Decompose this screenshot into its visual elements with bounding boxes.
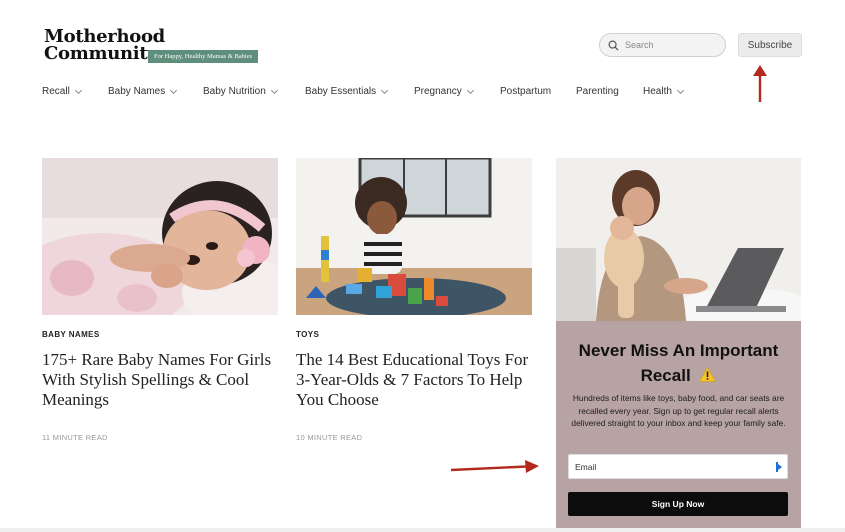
page-bottom-divider [0,528,845,532]
article-image-baby[interactable] [42,158,278,315]
subscribe-button[interactable]: Subscribe [738,33,802,57]
nav-item-recall[interactable]: Recall [42,86,82,97]
nav-item-label: Recall [42,86,70,97]
article-read-time: 11 MINUTE READ [42,433,108,442]
article-category[interactable]: TOYS [296,330,319,339]
nav-item-baby-nutrition[interactable]: Baby Nutrition [203,86,278,97]
search-icon [608,40,619,51]
site-logo[interactable]: Motherhood Community For Happy, Healthy … [44,28,276,66]
nav-item-parenting[interactable]: Parenting [576,86,619,97]
nav-item-label: Parenting [576,86,619,97]
nav-item-baby-essentials[interactable]: Baby Essentials [305,86,389,97]
autofill-icon[interactable] [776,462,782,472]
promo-title: Never Miss An Important Recall [556,338,801,389]
nav-item-postpartum[interactable]: Postpartum [500,86,551,97]
sign-up-button[interactable]: Sign Up Now [568,492,788,516]
article-title[interactable]: The 14 Best Educational Toys For 3-Year-… [296,350,536,410]
promo-title-text: Never Miss An Important Recall [578,341,779,385]
nav-item-health[interactable]: Health [643,86,684,97]
promo-image-mother-baby [556,158,801,321]
recall-signup-promo: Never Miss An Important Recall Hundreds … [556,158,801,528]
nav-item-baby-names[interactable]: Baby Names [108,86,178,97]
article-read-time: 10 MINUTE READ [296,433,363,442]
chevron-down-icon [381,86,389,94]
annotation-arrow-right [450,460,539,473]
email-field[interactable] [575,461,765,472]
article-title[interactable]: 175+ Rare Baby Names For Girls With Styl… [42,350,282,410]
nav-item-label: Baby Essentials [305,86,377,97]
nav-item-pregnancy[interactable]: Pregnancy [414,86,474,97]
search-input[interactable] [625,40,720,50]
promo-description: Hundreds of items like toys, baby food, … [571,393,786,428]
nav-item-label: Postpartum [500,86,552,97]
chevron-down-icon [170,86,178,94]
annotation-arrow-up [753,65,767,102]
nav-item-label: Health [643,86,672,97]
logo-tagline: For Happy, Healthy Mamas & Babies [148,50,259,63]
chevron-down-icon [466,86,474,94]
warning-icon [699,364,717,389]
nav-item-label: Baby Names [108,86,166,97]
chevron-down-icon [74,86,82,94]
email-field-wrapper[interactable] [568,454,788,479]
chevron-down-icon [270,86,278,94]
article-image-toys[interactable] [296,158,532,315]
chevron-down-icon [676,86,684,94]
search-box[interactable] [599,33,726,57]
nav-item-label: Baby Nutrition [203,86,266,97]
article-category[interactable]: BABY NAMES [42,330,100,339]
nav-item-label: Pregnancy [414,86,462,97]
